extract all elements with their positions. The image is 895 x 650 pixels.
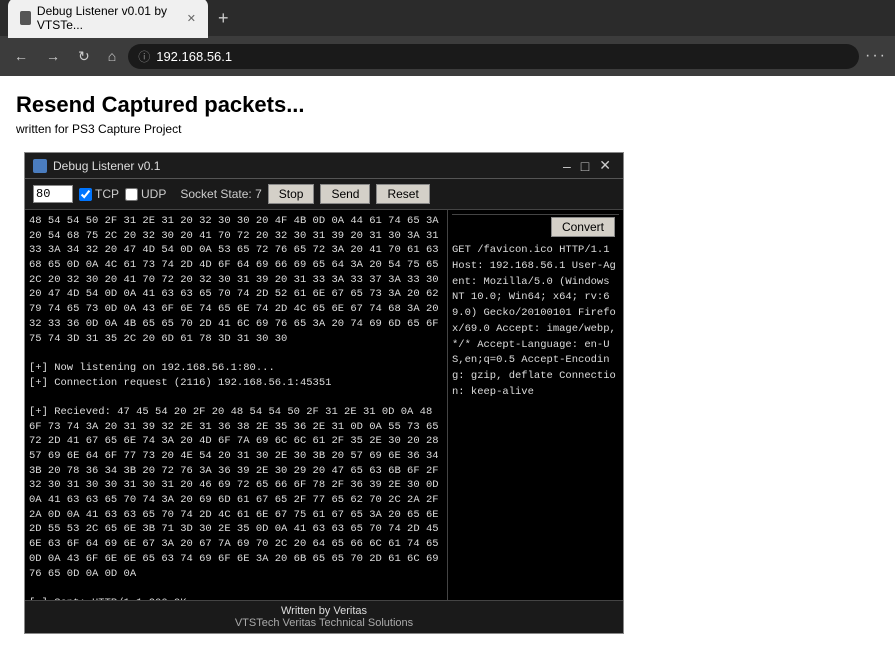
udp-label: UDP: [141, 187, 166, 201]
footer-line2: VTSTech Veritas Technical Solutions: [33, 617, 615, 629]
debug-footer: Written by Veritas VTSTech Veritas Techn…: [25, 600, 623, 633]
debug-left-panel[interactable]: 48 54 54 50 2F 31 2E 31 20 32 30 30 20 4…: [25, 210, 448, 600]
debug-maximize-button[interactable]: □: [577, 157, 593, 174]
convert-button[interactable]: Convert: [551, 217, 615, 237]
refresh-button[interactable]: ↻: [72, 44, 96, 69]
debug-window-title: Debug Listener v0.1: [53, 159, 160, 173]
page-title: Resend Captured packets...: [16, 92, 879, 118]
send-button[interactable]: Send: [320, 184, 370, 204]
browser-menu-button[interactable]: ···: [865, 47, 887, 65]
reset-button[interactable]: Reset: [376, 184, 429, 204]
debug-window: Debug Listener v0.1 – □ ✕ TCP UDP Socket…: [24, 152, 624, 634]
udp-checkbox-label[interactable]: UDP: [125, 187, 166, 201]
debug-title-left: Debug Listener v0.1: [33, 159, 160, 173]
footer-line1: Written by Veritas: [33, 605, 615, 617]
port-input[interactable]: [33, 185, 73, 203]
debug-body: 48 54 54 50 2F 31 2E 31 20 32 30 30 20 4…: [25, 210, 623, 600]
debug-right-content: GET /favicon.ico HTTP/1.1 Host: 192.168.…: [452, 239, 619, 401]
page-content: Resend Captured packets... written for P…: [0, 76, 895, 650]
browser-toolbar: ← → ↻ ⌂ ⓘ ···: [0, 36, 895, 76]
stop-button[interactable]: Stop: [268, 184, 315, 204]
debug-close-button[interactable]: ✕: [595, 157, 615, 174]
debug-right-panel: Convert GET /favicon.ico HTTP/1.1 Host: …: [448, 210, 623, 600]
home-button[interactable]: ⌂: [102, 44, 122, 68]
tab-favicon: [20, 11, 31, 25]
browser-titlebar: Debug Listener v0.01 by VTSTe... ✕ +: [0, 0, 895, 36]
lock-icon: ⓘ: [138, 48, 150, 65]
debug-window-buttons: – □ ✕: [559, 157, 615, 174]
udp-checkbox[interactable]: [125, 188, 138, 201]
back-button[interactable]: ←: [8, 44, 34, 68]
address-input[interactable]: [156, 49, 849, 64]
debug-minimize-button[interactable]: –: [559, 157, 575, 174]
tcp-label: TCP: [95, 187, 119, 201]
forward-button[interactable]: →: [40, 44, 66, 68]
tab-close-button[interactable]: ✕: [187, 12, 196, 25]
active-tab[interactable]: Debug Listener v0.01 by VTSTe... ✕: [8, 0, 208, 38]
debug-window-icon: [33, 159, 47, 173]
debug-controls: TCP UDP Socket State: 7 Stop Send Reset: [25, 179, 623, 210]
tab-title: Debug Listener v0.01 by VTSTe...: [37, 4, 177, 32]
tcp-checkbox[interactable]: [79, 188, 92, 201]
socket-state-label: Socket State: 7: [180, 187, 261, 201]
convert-btn-row: Convert: [452, 214, 619, 239]
debug-titlebar: Debug Listener v0.1 – □ ✕: [25, 153, 623, 179]
new-tab-button[interactable]: +: [212, 8, 235, 29]
tcp-checkbox-label[interactable]: TCP: [79, 187, 119, 201]
address-bar-container: ⓘ: [128, 44, 859, 69]
page-subtitle: written for PS3 Capture Project: [16, 122, 879, 136]
